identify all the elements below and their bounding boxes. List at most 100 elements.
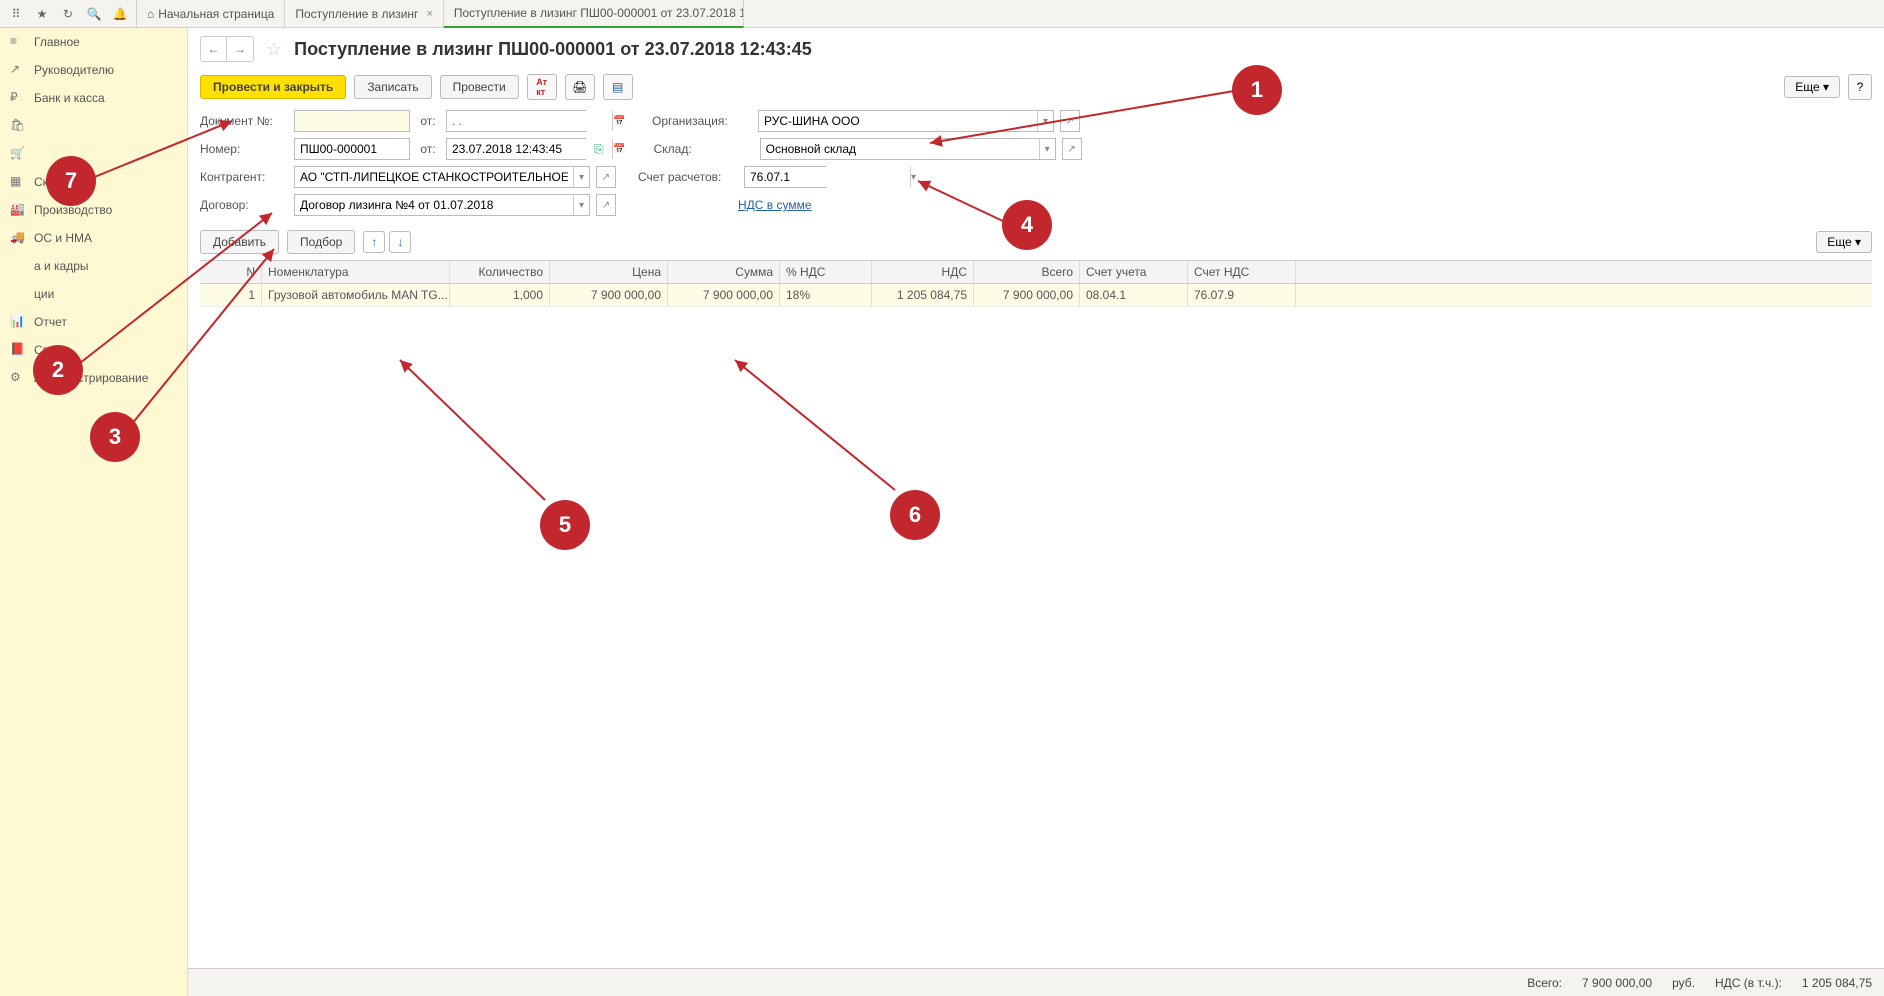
sidebar-item-manager[interactable]: ↗Руководителю [0,56,187,84]
org-combo[interactable]: ▾ [758,110,1054,132]
printer-icon: 🖨 [572,80,587,94]
cell-nds: 1 205 084,75 [872,284,974,306]
top-icons-group: ⠿ ★ ↻ 🔍 🔔 [0,2,136,26]
history-icon[interactable]: ↻ [56,2,80,26]
bag-icon: 🛍 [10,118,26,134]
dogovor-combo[interactable]: ▾ [294,194,590,216]
home-icon: ⌂ [147,7,154,21]
label-org: Организация: [652,114,752,128]
sidebar-item-sales[interactable]: 🛍 [0,112,187,140]
sidebar-item-bank[interactable]: ₽Банк и касса [0,84,187,112]
table-row[interactable]: 1 Грузовой автомобиль MAN TG... 1,000 7 … [200,284,1872,307]
number-input[interactable] [294,138,410,160]
top-bar: ⠿ ★ ↻ 🔍 🔔 ⌂ Начальная страница Поступлен… [0,0,1884,28]
total-label: Всего: [1527,976,1562,990]
sidebar-label: Спра [34,343,63,357]
sidebar-label: ции [34,287,54,301]
col-sum: Сумма [668,261,780,283]
favorite-icon[interactable]: ☆ [266,39,282,60]
cell-n: 1 [200,284,262,306]
col-nom: Номенклатура [262,261,450,283]
contr-open-button[interactable]: ↗ [596,166,616,188]
help-button[interactable]: ? [1848,74,1872,100]
write-button[interactable]: Записать [354,75,431,99]
dropdown-icon[interactable]: ▾ [910,167,916,187]
label-from2: от: [416,142,440,156]
dropdown-icon[interactable]: ▾ [573,167,589,187]
sidebar-item-assets[interactable]: 🚚ОС и НМА [0,224,187,252]
back-button[interactable]: ← [201,37,227,61]
bell-icon[interactable]: 🔔 [108,2,132,26]
apps-icon[interactable]: ⠿ [4,2,28,26]
forward-button[interactable]: → [227,37,253,61]
print-button[interactable]: 🖨 [565,74,595,100]
cell-qty: 1,000 [450,284,550,306]
sidebar-label: Главное [34,35,80,49]
table-header: N Номенклатура Количество Цена Сумма % Н… [200,261,1872,284]
tab-label: Поступление в лизинг ПШ00-000001 от 23.0… [454,6,744,20]
nds-label: НДС (в т.ч.): [1715,976,1782,990]
table-more-button[interactable]: Еще ▾ [1816,231,1872,253]
close-icon[interactable]: × [426,8,432,20]
sidebar-label: Производство [34,203,112,217]
docno-input[interactable] [294,110,410,132]
col-total: Всего [974,261,1080,283]
sidebar-label: Банк и касса [34,91,105,105]
label-dogovor: Договор: [200,198,288,212]
move-up-button[interactable]: ↑ [363,231,385,253]
items-table[interactable]: N Номенклатура Количество Цена Сумма % Н… [200,260,1872,307]
book-icon: 📕 [10,342,26,358]
dropdown-icon[interactable]: ▾ [573,195,589,215]
sidebar-item-admin[interactable]: ⚙Администрирование [0,364,187,392]
sidebar-item-ops[interactable]: ции [0,280,187,308]
cart-icon: 🛒 [10,146,26,162]
calendar-icon[interactable]: 📅 [612,111,625,131]
nds-link[interactable]: НДС в сумме [738,198,812,212]
post-and-close-button[interactable]: Провести и закрыть [200,75,346,99]
sidebar-item-main[interactable]: ≡Главное [0,28,187,56]
gear-icon: ⚙ [10,370,26,386]
sidebar-item-purchase[interactable]: 🛒 [0,140,187,168]
post-button[interactable]: Провести [440,75,519,99]
sidebar-item-warehouse[interactable]: ▦Склад [0,168,187,196]
contr-combo[interactable]: ▾ [294,166,590,188]
col-qty: Количество [450,261,550,283]
table-command-bar: Добавить Подбор ↑ ↓ Еще ▾ [200,230,1872,260]
move-down-button[interactable]: ↓ [389,231,411,253]
col-n: N [200,261,262,283]
org-open-button[interactable]: ↗ [1060,110,1080,132]
select-button[interactable]: Подбор [287,230,355,254]
more-button[interactable]: Еще ▾ [1784,76,1840,98]
ops-icon [10,286,26,302]
truck-icon: 🚚 [10,230,26,246]
dropdown-icon[interactable]: ▾ [1037,111,1053,131]
dt-kt-icon: Аткт [536,77,547,97]
movements-button[interactable]: Аткт [527,74,557,100]
sklad-combo[interactable]: ▾ [760,138,1056,160]
add-button[interactable]: Добавить [200,230,279,254]
schet-combo[interactable]: ▾ [744,166,826,188]
search-icon[interactable]: 🔍 [82,2,106,26]
sklad-open-button[interactable]: ↗ [1062,138,1082,160]
dropdown-icon[interactable]: ▾ [1039,139,1055,159]
attach-button[interactable]: ▤ [603,74,633,100]
star-icon[interactable]: ★ [30,2,54,26]
date-extra-icon[interactable]: ⎘ [594,142,604,157]
tab-home[interactable]: ⌂ Начальная страница [136,0,285,28]
table-area: Добавить Подбор ↑ ↓ Еще ▾ N Номенклатура… [200,230,1872,307]
col-ndspct: % НДС [780,261,872,283]
tab-list[interactable]: Поступление в лизинг × [285,0,444,28]
label-schet: Счет расчетов: [638,170,738,184]
sidebar-item-reports[interactable]: 📊Отчет [0,308,187,336]
sidebar-item-ref[interactable]: 📕 Спра [0,336,187,364]
dogovor-open-button[interactable]: ↗ [596,194,616,216]
tab-document[interactable]: Поступление в лизинг ПШ00-000001 от 23.0… [444,0,744,28]
calendar-icon[interactable]: 📅 [612,139,625,159]
docdate-input[interactable]: 📅 [446,110,586,132]
sidebar-item-hr[interactable]: а и кадры [0,252,187,280]
date-input[interactable]: 📅 [446,138,586,160]
cell-acct: 08.04.1 [1080,284,1188,306]
tab-label: Поступление в лизинг [295,7,418,21]
total-value: 7 900 000,00 [1582,976,1652,990]
sidebar-item-production[interactable]: 🏭Производство [0,196,187,224]
